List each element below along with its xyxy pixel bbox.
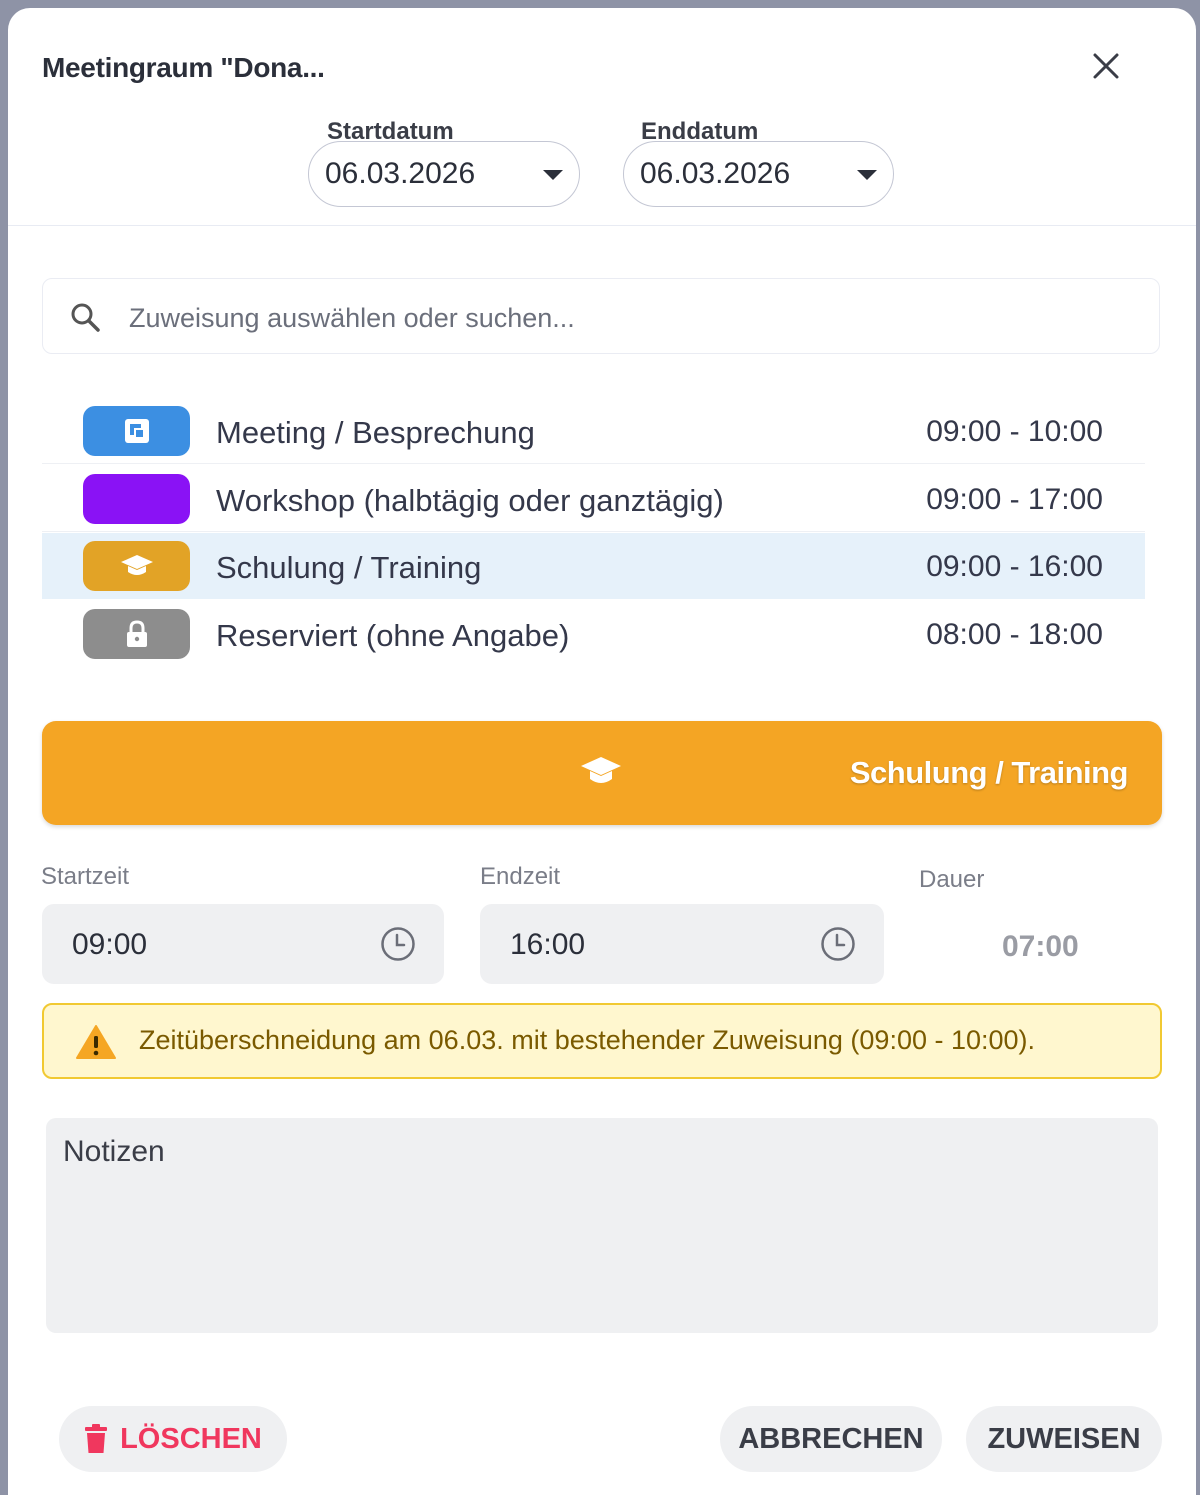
trash-icon: [85, 1424, 108, 1453]
start-date-select[interactable]: 06.03.2026: [308, 141, 580, 207]
clock-icon[interactable]: [380, 926, 416, 962]
assignment-color-badge: [83, 609, 190, 659]
lock-icon: [126, 620, 147, 647]
end-time-label: Endzeit: [480, 863, 561, 890]
assignment-option-reserved[interactable]: Reserviert (ohne Angabe) 08:00 - 18:00: [42, 601, 1145, 667]
notes-textarea[interactable]: Notizen: [46, 1118, 1158, 1333]
assignment-dialog: Meetingraum "Dona... Startdatum 06.03.20…: [8, 8, 1196, 1495]
close-button[interactable]: [1088, 48, 1124, 84]
clock-icon[interactable]: [820, 926, 856, 962]
overlap-warning: Zeitüberschneidung am 06.03. mit bestehe…: [42, 1003, 1162, 1079]
assign-label: ZUWEISEN: [987, 1422, 1141, 1455]
assignment-color-badge: [83, 474, 190, 524]
assignment-color-badge: [83, 406, 190, 456]
end-date-select[interactable]: 06.03.2026: [623, 141, 894, 207]
assign-button[interactable]: ZUWEISEN: [966, 1406, 1162, 1472]
delete-button[interactable]: LÖSCHEN: [59, 1406, 287, 1472]
assignment-label: Reserviert (ohne Angabe): [216, 618, 570, 653]
assignment-option-workshop[interactable]: Workshop (halbtägig oder ganztägig) 09:0…: [42, 466, 1145, 532]
start-time-value: 09:00: [72, 928, 148, 961]
start-time-label: Startzeit: [41, 863, 130, 890]
cancel-label: ABBRECHEN: [738, 1422, 924, 1455]
search-icon: [71, 303, 100, 332]
search-placeholder: Zuweisung auswählen oder suchen...: [129, 303, 575, 333]
assignment-time: 09:00 - 17:00: [926, 483, 1103, 516]
selected-assignment-label: Schulung / Training: [849, 755, 1129, 790]
end-date-value: 06.03.2026: [640, 157, 791, 190]
start-time-input[interactable]: 09:00: [42, 904, 444, 984]
assignment-search-input[interactable]: Zuweisung auswählen oder suchen...: [42, 278, 1160, 354]
assignment-time: 09:00 - 16:00: [926, 550, 1103, 583]
end-time-input[interactable]: 16:00: [480, 904, 884, 984]
duration-label: Dauer: [919, 866, 985, 893]
assignment-label: Workshop (halbtägig oder ganztägig): [216, 483, 724, 518]
start-date-value: 06.03.2026: [325, 157, 476, 190]
assignment-option-meeting[interactable]: Meeting / Besprechung 09:00 - 10:00: [42, 398, 1145, 464]
duration-value: 07:00: [1002, 930, 1079, 963]
warning-text: Zeitüberschneidung am 06.03. mit bestehe…: [139, 1025, 1036, 1055]
assignment-label: Schulung / Training: [216, 550, 482, 585]
meeting-icon: [124, 419, 149, 443]
dialog-title: Meetingraum "Dona...: [42, 52, 325, 83]
delete-label: LÖSCHEN: [120, 1422, 262, 1455]
close-icon: [1093, 53, 1119, 79]
assignment-color-badge: [83, 541, 190, 591]
assignment-time: 09:00 - 10:00: [926, 415, 1103, 448]
chevron-down-icon: [543, 170, 563, 180]
header-divider: [8, 225, 1196, 226]
notes-placeholder: Notizen: [63, 1135, 165, 1168]
assignment-time: 08:00 - 18:00: [926, 618, 1103, 651]
assignment-label: Meeting / Besprechung: [216, 415, 535, 450]
end-time-value: 16:00: [510, 928, 586, 961]
graduation-cap-icon: [120, 555, 153, 575]
chevron-down-icon: [857, 170, 877, 180]
selected-assignment-banner: Schulung / Training: [42, 721, 1162, 825]
assignment-option-training[interactable]: Schulung / Training 09:00 - 16:00: [42, 533, 1145, 599]
warning-icon: [76, 1025, 116, 1059]
cancel-button[interactable]: ABBRECHEN: [720, 1406, 942, 1472]
graduation-cap-icon: [581, 757, 621, 783]
